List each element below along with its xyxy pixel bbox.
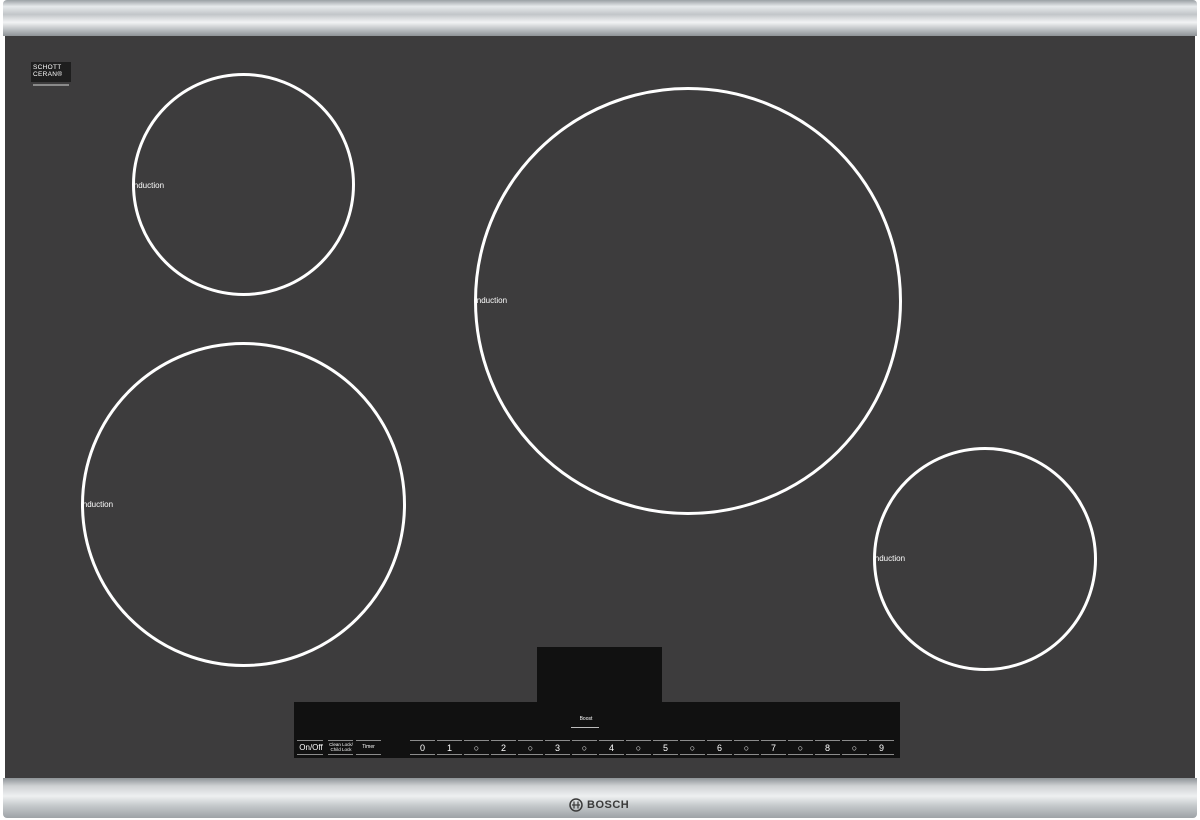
boost-button[interactable]: Boost xyxy=(573,716,599,722)
burner-rear-left[interactable] xyxy=(132,73,355,296)
level-line-bottom xyxy=(599,754,624,755)
logo-underline xyxy=(33,84,69,86)
level-line-bottom xyxy=(491,754,516,755)
burner-right-label: induction xyxy=(873,554,906,563)
burner-center-large-label: induction xyxy=(475,296,508,305)
burner-front-left[interactable] xyxy=(81,342,406,667)
logo-line-2: CERAN® xyxy=(33,71,63,78)
brand-badge: BOSCH xyxy=(569,797,629,813)
clean-lock-child-lock-button[interactable]: Clean Lock/ Child Lock xyxy=(327,742,355,752)
burner-front-left-label: induction xyxy=(81,500,114,509)
on-off-line-bottom xyxy=(297,754,323,755)
on-off-button[interactable]: On/Off xyxy=(296,743,326,752)
timer-line-top xyxy=(356,740,381,741)
stainless-trim-top xyxy=(3,0,1197,36)
child-lock-label: Child Lock xyxy=(330,747,352,752)
level-line-bottom xyxy=(734,754,759,755)
level-line-bottom xyxy=(410,754,435,755)
burner-right[interactable] xyxy=(873,447,1097,671)
logo-line-1: SCHOTT xyxy=(33,64,62,71)
schott-ceran-logo: SCHOTT CERAN® xyxy=(31,62,71,82)
level-line-bottom xyxy=(869,754,894,755)
timer-button[interactable]: Timer xyxy=(355,744,382,750)
level-line-bottom xyxy=(680,754,705,755)
brand-name: BOSCH xyxy=(587,799,630,811)
burner-center-large[interactable] xyxy=(474,87,902,515)
level-line-bottom xyxy=(437,754,462,755)
level-line-bottom xyxy=(626,754,651,755)
on-off-line-top xyxy=(297,740,323,741)
level-line-bottom xyxy=(545,754,570,755)
level-line-bottom xyxy=(815,754,840,755)
level-line-bottom xyxy=(707,754,732,755)
clean-lock-line-top xyxy=(328,740,353,741)
boost-underline xyxy=(571,727,599,728)
level-line-bottom xyxy=(653,754,678,755)
clean-lock-line-bottom xyxy=(328,754,353,755)
level-line-bottom xyxy=(464,754,489,755)
level-line-bottom xyxy=(842,754,867,755)
timer-line-bottom xyxy=(356,754,381,755)
burner-rear-left-label: induction xyxy=(132,181,165,190)
bosch-logo-icon xyxy=(569,798,583,812)
level-line-bottom xyxy=(572,754,597,755)
level-line-bottom xyxy=(761,754,786,755)
boost-display-area xyxy=(537,647,662,705)
level-line-bottom xyxy=(518,754,543,755)
level-line-bottom xyxy=(788,754,813,755)
